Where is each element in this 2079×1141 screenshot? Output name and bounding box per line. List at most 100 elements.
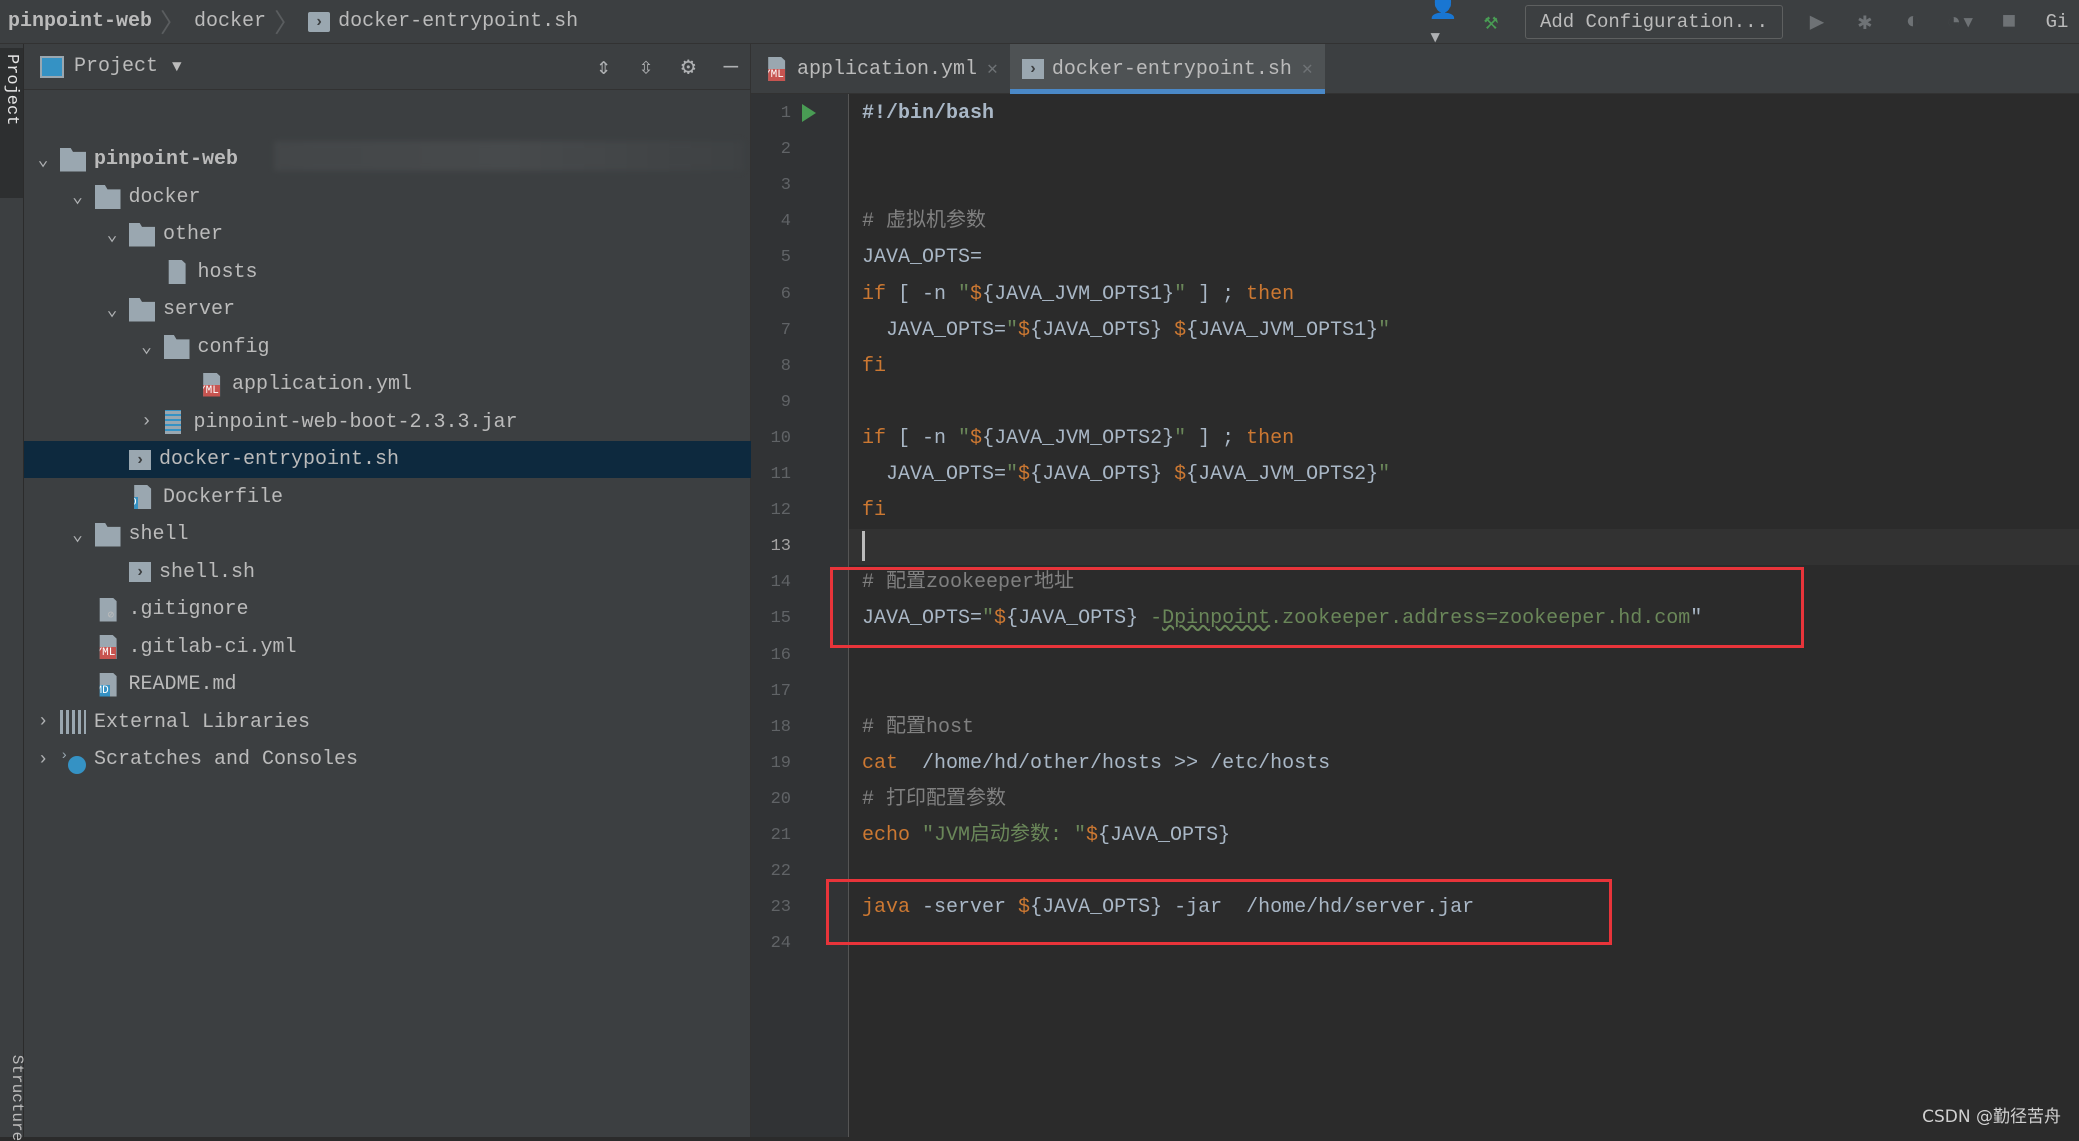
chevron-down-icon[interactable]: ▼ — [172, 58, 182, 76]
code-line[interactable] — [849, 385, 2079, 421]
chevron-down-icon[interactable]: ⌄ — [65, 524, 91, 546]
tree-item-label: External Libraries — [94, 710, 311, 734]
code-token: JAVA_OPTS= — [862, 318, 1007, 342]
user-icon[interactable]: 👤▾ — [1428, 0, 1458, 52]
code-token: {JAVA_JVM_OPTS1} — [1186, 318, 1379, 342]
code-token: #!/bin/bash — [862, 102, 995, 125]
code-token: {JAVA_OPTS} — [1030, 318, 1175, 342]
tree-item-config[interactable]: ⌄ config — [24, 329, 751, 366]
breadcrumb-separator: 〉 — [160, 10, 187, 40]
close-icon[interactable]: ✕ — [987, 58, 998, 80]
project-view-selector[interactable]: Project — [74, 55, 158, 78]
code-line[interactable]: JAVA_OPTS="${JAVA_OPTS} ${JAVA_JVM_OPTS1… — [849, 313, 2079, 349]
editor-tabs: YML application.yml ✕ › docker-entrypoint.sh… — [751, 44, 2079, 94]
tree-item-label: Scratches and Consoles — [94, 748, 359, 771]
line-number: 19 — [770, 753, 791, 773]
tree-item-application-yml[interactable]: YML application.yml — [24, 366, 751, 403]
chevron-down-icon[interactable]: ⌄ — [65, 186, 91, 208]
tree-item--gitignore[interactable]: ⊘ .gitignore — [24, 591, 751, 628]
tree-item-pinpoint-web[interactable]: ⌄ pinpoint-web — [24, 141, 751, 178]
folder-icon — [129, 222, 155, 247]
code-token: $ — [1018, 318, 1031, 342]
docker-icon: D — [134, 485, 152, 509]
tree-item-other[interactable]: ⌄ other — [24, 216, 751, 253]
run-gutter-icon[interactable] — [802, 104, 816, 122]
tab-label: docker-entrypoint.sh — [1051, 57, 1292, 81]
code-token: "JVM启动参数: " — [910, 824, 1087, 847]
code-token: /home/hd/other/hosts >> /etc/hosts — [898, 751, 1331, 775]
breadcrumb-docker[interactable]: docker — [186, 10, 274, 33]
collapse-all-icon[interactable]: ⇳ — [639, 52, 653, 82]
stop-icon[interactable]: ■ — [1995, 8, 2023, 36]
code-line[interactable] — [849, 132, 2079, 168]
close-icon[interactable]: ✕ — [1302, 58, 1313, 80]
code-line[interactable]: if [ -n "${JAVA_JVM_OPTS1}" ] ; then — [849, 277, 2079, 313]
module-icon — [60, 147, 86, 172]
code-line[interactable]: JAVA_OPTS="${JAVA_OPTS} ${JAVA_JVM_OPTS2… — [849, 457, 2079, 493]
git-label[interactable]: Gi — [2043, 8, 2071, 36]
chevron-right-icon[interactable]: › — [30, 712, 56, 732]
tree-item-docker[interactable]: ⌄ docker — [24, 179, 751, 216]
watermark: CSDN @勤径苦舟 — [1922, 1107, 2061, 1127]
tree-item-shell[interactable]: ⌄ shell — [24, 516, 751, 553]
build-hammer-icon[interactable]: ⚒ — [1477, 8, 1505, 37]
chevron-right-icon[interactable]: › — [134, 412, 160, 432]
tree-item-label: application.yml — [232, 373, 413, 396]
code-line[interactable]: # 虚拟机参数 — [849, 204, 2079, 240]
code-line[interactable]: # 配置host — [849, 710, 2079, 746]
tree-item-label: docker — [128, 185, 201, 209]
coverage-icon[interactable]: ◐ — [1899, 8, 1927, 36]
tree-item-docker-entrypoint-sh[interactable]: › docker-entrypoint.sh — [24, 441, 751, 478]
chevron-down-icon[interactable]: ⌄ — [99, 224, 125, 246]
tree-item-pinpoint-web-boot-2-3-3-jar[interactable]: › pinpoint-web-boot-2.3.3.jar — [24, 404, 751, 441]
gear-icon[interactable]: ⚙ — [681, 52, 695, 82]
project-tool-tab[interactable]: Project — [0, 48, 23, 198]
code-line[interactable]: echo "JVM启动参数: "${JAVA_OPTS} — [849, 818, 2079, 854]
code-token: ] ; — [1186, 282, 1247, 306]
breadcrumb-file[interactable]: › docker-entrypoint.sh — [300, 10, 586, 33]
left-tool-stripe: Project Structure — [0, 44, 26, 1141]
code-line[interactable] — [849, 529, 2079, 566]
tree-item-shell-sh[interactable]: › shell.sh — [24, 554, 751, 591]
code-line[interactable]: cat /home/hd/other/hosts >> /etc/hosts — [849, 746, 2079, 782]
tree-item-hosts[interactable]: hosts — [24, 254, 751, 291]
tree-item-scratches-and-consoles[interactable]: › › Scratches and Consoles — [24, 741, 751, 778]
code-line[interactable]: # 打印配置参数 — [849, 782, 2079, 818]
yml-icon: YML — [203, 372, 221, 397]
code-line[interactable] — [849, 168, 2079, 204]
code-line[interactable] — [849, 674, 2079, 710]
tab-docker-entrypoint-sh[interactable]: › docker-entrypoint.sh ✕ — [1009, 44, 1325, 94]
tree-item-readme-md[interactable]: MD README.md — [24, 666, 751, 703]
line-number: 13 — [770, 537, 791, 557]
expand-all-icon[interactable]: ⇕ — [596, 52, 610, 82]
hide-panel-icon[interactable]: — — [724, 54, 738, 81]
code-token: JAVA_OPTS= — [862, 463, 1007, 486]
tree-item-label: .gitlab-ci.yml — [128, 635, 297, 659]
line-number: 17 — [770, 681, 791, 701]
code-line[interactable]: #!/bin/bash — [849, 96, 2079, 132]
chevron-down-icon[interactable]: ⌄ — [99, 299, 125, 321]
code-line[interactable]: fi — [849, 493, 2079, 529]
code-token: " — [1378, 318, 1391, 342]
tree-item--gitlab-ci-yml[interactable]: YML .gitlab-ci.yml — [24, 629, 751, 666]
chevron-right-icon[interactable]: › — [30, 750, 56, 770]
run-icon[interactable]: ▶ — [1803, 8, 1831, 37]
chevron-down-icon[interactable]: ⌄ — [134, 336, 160, 358]
line-number: 8 — [780, 356, 791, 376]
code-token: cat — [862, 751, 899, 775]
tree-item-dockerfile[interactable]: D Dockerfile — [24, 479, 751, 516]
code-line[interactable]: fi — [849, 349, 2079, 385]
code-line[interactable]: if [ -n "${JAVA_JVM_OPTS2}" ] ; then — [849, 421, 2079, 457]
profile-icon[interactable]: ◔▾ — [1947, 8, 1976, 37]
code-line[interactable]: JAVA_OPTS= — [849, 240, 2079, 276]
tab-application-yml[interactable]: YML application.yml ✕ — [751, 44, 1010, 94]
chevron-down-icon[interactable]: ⌄ — [30, 149, 56, 171]
tree-item-external-libraries[interactable]: › External Libraries — [24, 704, 751, 741]
tree-item-label: docker-entrypoint.sh — [159, 448, 400, 471]
add-configuration-button[interactable]: Add Configuration... — [1524, 5, 1783, 39]
line-number: 23 — [770, 898, 791, 918]
debug-icon[interactable]: ✱ — [1851, 8, 1879, 37]
code-token: {JAVA_OPTS} — [1030, 463, 1175, 486]
tree-item-server[interactable]: ⌄ server — [24, 291, 751, 328]
breadcrumb-project[interactable]: pinpoint-web — [0, 10, 160, 33]
